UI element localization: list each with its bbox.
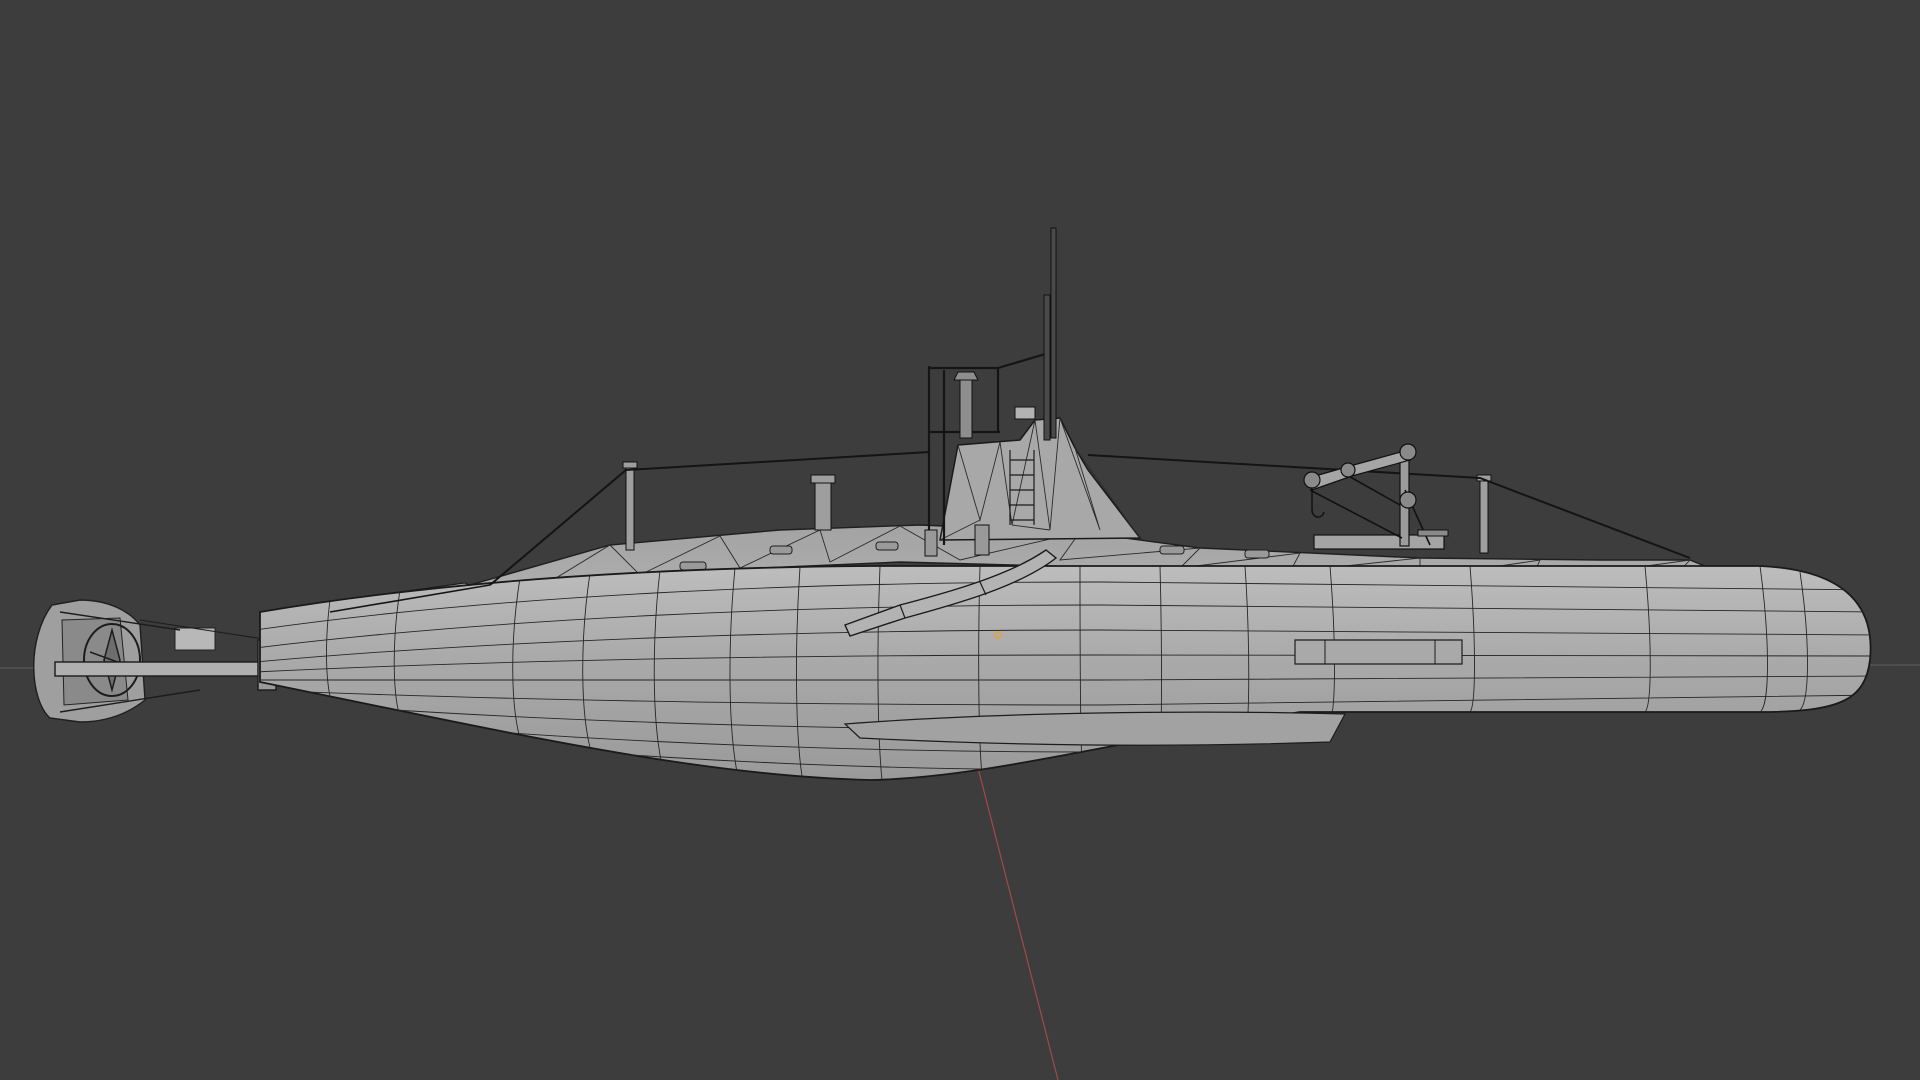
tower-vent — [959, 379, 973, 439]
davit-pulley-2 — [1340, 462, 1356, 478]
aft-stanchion — [625, 464, 635, 551]
tower-base-right — [974, 524, 990, 556]
conning-tower[interactable] — [924, 227, 1142, 557]
secondary-mast — [1043, 294, 1051, 441]
stern-bracket — [174, 627, 216, 651]
aft-stanchion-cap — [622, 461, 638, 469]
davit-pulley-3 — [1399, 443, 1417, 461]
stern-assembly[interactable] — [33, 599, 277, 723]
main-mast — [1050, 227, 1057, 439]
aft-vent — [814, 479, 832, 531]
fwd-stanchion — [1479, 477, 1489, 554]
hull-body — [259, 565, 1872, 781]
aft-vent-cap — [810, 474, 836, 484]
davit-crank — [1417, 529, 1449, 537]
deck-hatch-6 — [1159, 545, 1185, 555]
vertical-axis-line — [975, 759, 1059, 1080]
deck-hatch-3 — [679, 561, 707, 571]
deck-hatch-5 — [875, 541, 899, 551]
bow-davit[interactable] — [1303, 443, 1449, 550]
tower-base-left — [924, 529, 938, 557]
side-fairing — [1294, 639, 1463, 665]
scene-canvas[interactable] — [0, 0, 1920, 1080]
davit-pulley-1 — [1303, 471, 1321, 489]
main-hull[interactable] — [255, 549, 1880, 781]
davit-pulley-4 — [1399, 491, 1417, 509]
propeller-shaft — [54, 661, 271, 677]
tower-vent-cap — [953, 371, 979, 381]
davit-arm — [1307, 449, 1411, 491]
deck-hatch-4 — [769, 545, 793, 555]
3d-viewport[interactable] — [0, 0, 1920, 1080]
davit-base — [1313, 534, 1445, 550]
deck-hatch-7 — [1244, 549, 1270, 559]
tower-cap — [1014, 406, 1036, 420]
